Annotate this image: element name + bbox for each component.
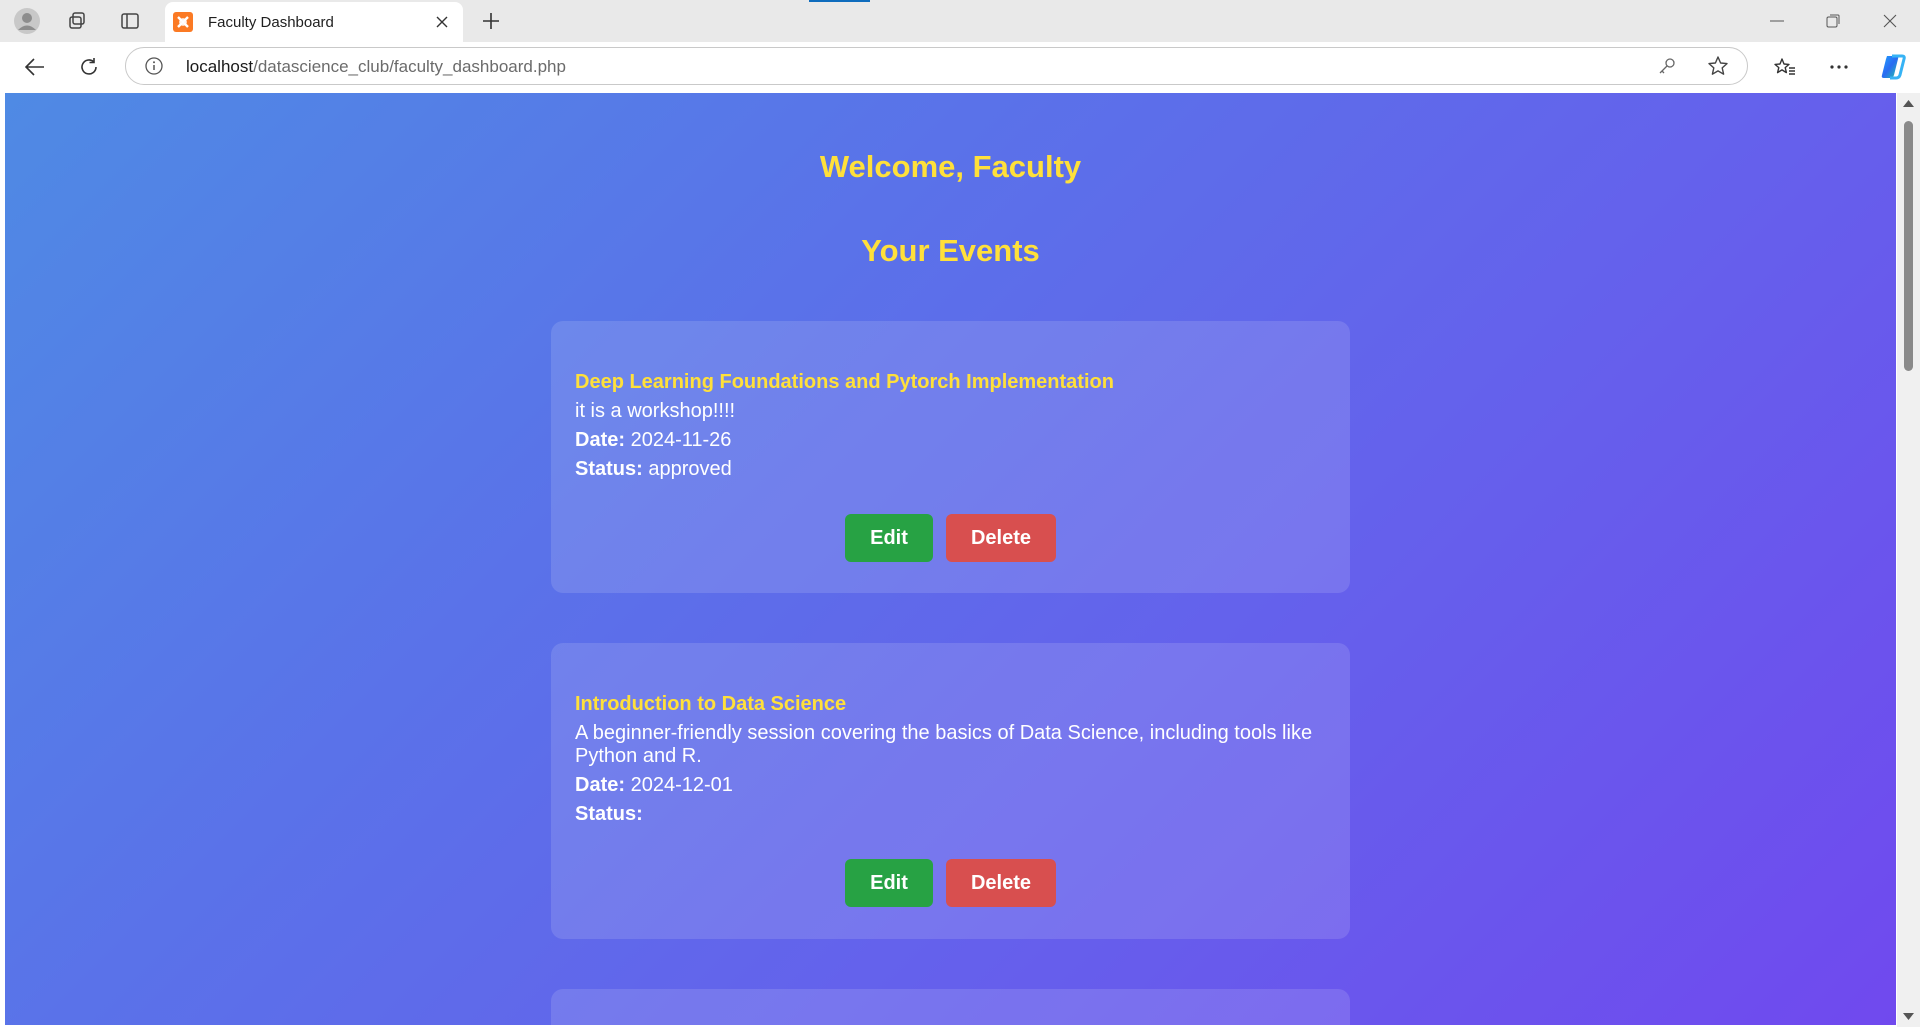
address-bar[interactable]: localhost/datascience_club/faculty_dashb…: [125, 47, 1748, 85]
restore-icon[interactable]: [1805, 0, 1861, 42]
url-path: /datascience_club/faculty_dashboard.php: [253, 57, 566, 76]
edit-button[interactable]: Edit: [845, 859, 933, 907]
tab-bar-accent-line: [809, 0, 870, 2]
event-card: Introduction to Data Science A beginner-…: [551, 643, 1350, 939]
back-arrow-icon[interactable]: [18, 50, 52, 84]
event-status: Status:: [575, 803, 1326, 826]
tab-title: Faculty Dashboard: [208, 13, 334, 31]
date-label: Date:: [575, 429, 626, 451]
active-tab[interactable]: Faculty Dashboard: [165, 2, 463, 42]
event-card: Deep Learning Foundations and Pytorch Im…: [551, 321, 1350, 593]
date-label: Date:: [575, 774, 626, 796]
more-options-icon[interactable]: [1822, 50, 1856, 84]
event-actions: Edit Delete: [551, 514, 1350, 562]
url-text[interactable]: localhost/datascience_club/faculty_dashb…: [186, 57, 566, 77]
scroll-down-arrow-icon[interactable]: [1903, 1013, 1914, 1021]
vertical-tabs-icon[interactable]: [115, 6, 145, 36]
copilot-icon[interactable]: [1876, 50, 1910, 84]
favorite-star-icon[interactable]: [1707, 55, 1729, 77]
event-title: Introduction to Data Science: [575, 693, 847, 715]
browser-toolbar: localhost/datascience_club/faculty_dashb…: [0, 42, 1920, 92]
refresh-icon[interactable]: [72, 50, 106, 84]
new-tab-icon[interactable]: [476, 6, 506, 36]
delete-button[interactable]: Delete: [946, 514, 1056, 562]
browser-tab-bar: Faculty Dashboard: [0, 0, 1920, 42]
status-value: approved: [648, 458, 732, 480]
favorites-icon[interactable]: [1768, 50, 1802, 84]
password-key-icon[interactable]: [1657, 56, 1677, 76]
event-description: it is a workshop!!!!: [575, 400, 736, 422]
event-description: A beginner-friendly session covering the…: [575, 722, 1313, 767]
workspaces-icon[interactable]: [62, 6, 92, 36]
event-actions: Edit Delete: [551, 859, 1350, 907]
event-title: Deep Learning Foundations and Pytorch Im…: [575, 371, 1114, 393]
profile-icon[interactable]: [12, 6, 42, 36]
status-label: Status:: [575, 458, 643, 480]
page-scrollbar[interactable]: [1897, 93, 1920, 1027]
event-date: Date: 2024-11-26: [575, 429, 1326, 452]
date-value: 2024-11-26: [630, 429, 732, 451]
your-events-heading: Your Events: [861, 233, 1040, 268]
page-viewport: Welcome, Faculty Your Events Deep Learni…: [5, 93, 1896, 1025]
scrollbar-thumb[interactable]: [1904, 121, 1913, 371]
url-host: localhost: [186, 57, 254, 76]
welcome-heading: Welcome, Faculty: [819, 149, 1082, 184]
xampp-favicon-icon: [173, 12, 193, 32]
event-date: Date: 2024-12-01: [575, 774, 1326, 797]
scroll-up-arrow-icon[interactable]: [1903, 99, 1914, 107]
status-label: Status:: [575, 803, 643, 825]
close-window-icon[interactable]: [1862, 0, 1918, 42]
minimize-icon[interactable]: [1749, 0, 1805, 42]
edit-button[interactable]: Edit: [845, 514, 933, 562]
event-status: Status: approved: [575, 458, 1326, 481]
event-card-partial: [551, 989, 1350, 1025]
site-info-icon[interactable]: [144, 56, 164, 76]
close-tab-icon[interactable]: [427, 7, 457, 37]
delete-button[interactable]: Delete: [946, 859, 1056, 907]
date-value: 2024-12-01: [630, 774, 733, 796]
